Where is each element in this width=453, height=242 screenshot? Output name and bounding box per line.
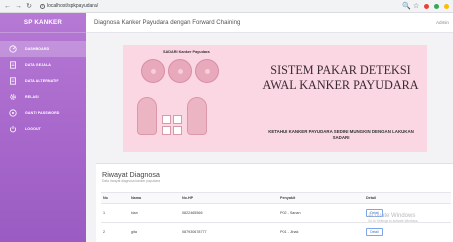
url-text[interactable]: localhost/spkpayudara/	[47, 3, 98, 9]
document-icon	[8, 61, 17, 70]
sidebar-item-logout[interactable]: LOGOUT	[0, 121, 86, 137]
column-header-no: No	[101, 192, 129, 204]
exam-steps-illustration	[162, 115, 182, 135]
dashboard-icon	[8, 45, 17, 54]
woman-figure-icon	[187, 97, 207, 135]
sidebar-item-label: GANTI PASSWORD	[25, 111, 60, 115]
column-header-no-hp: No.HP	[180, 192, 278, 204]
extension-icon[interactable]	[434, 3, 439, 9]
cell-no-hp: 087930678777	[180, 222, 278, 242]
sidebar-item-label: LOGOUT	[25, 127, 41, 131]
sidebar: SP KANKER DASHBOARD DATA GEJALA DATA ALT…	[0, 13, 86, 242]
cell-penyakit: P02 - Sanan	[278, 203, 364, 223]
user-menu[interactable]: Admin	[436, 20, 449, 25]
history-card: Riwayat Diagnosa Data riwayat diagnosa k…	[96, 163, 453, 242]
watermark-subtitle: Go to Settings to activate Windows.	[368, 219, 419, 223]
exam-step-panel	[162, 126, 171, 135]
browser-toolbar: ← → ↻ i localhost/spkpayudara/ 🔍 ☆	[0, 0, 453, 13]
key-icon	[8, 109, 17, 118]
cell-no-hp: 0822465566	[180, 203, 278, 223]
hero-banner-image: SADARI Kanker Payudara SISTEM PAKAR DETE…	[123, 45, 427, 152]
cell-nama: kian	[129, 203, 180, 223]
cell-detail: Detail	[364, 222, 451, 242]
extension-icon[interactable]	[424, 3, 429, 9]
gear-icon	[8, 93, 17, 102]
sidebar-item-relasi[interactable]: RELASI	[0, 89, 86, 105]
banner-headline: SISTEM PAKAR DETEKSI AWAL KANKER PAYUDAR…	[258, 63, 423, 93]
activate-windows-watermark: Activate Windows Go to Settings to activ…	[368, 213, 418, 223]
cell-penyakit: P01 - Jinak	[278, 222, 364, 242]
zoom-icon[interactable]: 🔍	[402, 3, 411, 10]
power-icon	[8, 125, 17, 134]
table-row: 2 gita 087930678777 P01 - Jinak Detail	[101, 222, 451, 242]
back-icon[interactable]: ←	[4, 3, 11, 10]
headline-line-2: AWAL KANKER PAYUDARA	[262, 78, 419, 92]
column-header-detail: Detail	[364, 192, 451, 204]
exam-step-panel	[162, 115, 171, 124]
star-icon[interactable]: ☆	[413, 3, 419, 10]
sidebar-item-data-gejala[interactable]: DATA GEJALA	[0, 57, 86, 73]
reload-icon[interactable]: ↻	[26, 3, 32, 10]
woman-figure-icon	[137, 97, 157, 135]
page-title: Diagnosa Kanker Payudara dengan Forward …	[94, 19, 241, 26]
history-subtitle: Data riwayat diagnosa kanker payudara	[102, 179, 161, 183]
document-icon	[8, 77, 17, 86]
self-exam-illustration-circles	[141, 59, 219, 83]
breast-illustration-icon	[195, 59, 219, 83]
sidebar-item-label: RELASI	[25, 95, 39, 99]
banner-small-title: SADARI Kanker Payudara	[163, 50, 210, 54]
column-header-nama: Nama	[129, 192, 180, 204]
exam-step-panel	[173, 115, 182, 124]
banner-subline: KETAHUI KANKER PAYUDARA SEDINI MUNGKIN D…	[268, 129, 414, 140]
breast-illustration-icon	[168, 59, 192, 83]
sidebar-item-label: DATA ALTERNATIF	[25, 79, 59, 83]
address-bar[interactable]: i localhost/spkpayudara/	[37, 2, 101, 11]
cell-no: 1	[101, 203, 129, 223]
sidebar-item-label: DATA GEJALA	[25, 63, 51, 67]
sidebar-item-ganti-password[interactable]: GANTI PASSWORD	[0, 105, 86, 121]
exam-step-panel	[173, 126, 182, 135]
self-exam-illustration-figures	[137, 97, 207, 135]
sidebar-nav: DASHBOARD DATA GEJALA DATA ALTERNATIF RE…	[0, 41, 86, 137]
top-header: Diagnosa Kanker Payudara dengan Forward …	[86, 13, 453, 33]
headline-line-1: SISTEM PAKAR DETEKSI	[270, 63, 411, 77]
cell-nama: gita	[129, 222, 180, 242]
extension-icon[interactable]	[444, 3, 449, 9]
column-header-penyakit: Penyakit	[278, 192, 364, 204]
forward-icon[interactable]: →	[15, 3, 22, 10]
cell-no: 2	[101, 222, 129, 242]
sidebar-item-label: DASHBOARD	[25, 47, 50, 51]
brand-title[interactable]: SP KANKER	[0, 13, 86, 33]
sidebar-item-dashboard[interactable]: DASHBOARD	[0, 41, 86, 57]
info-icon[interactable]: i	[40, 3, 45, 9]
sidebar-item-data-alternatif[interactable]: DATA ALTERNATIF	[0, 73, 86, 89]
detail-button[interactable]: Detail	[366, 228, 383, 237]
table-header-row: No Nama No.HP Penyakit Detail	[101, 192, 451, 204]
breast-illustration-icon	[141, 59, 165, 83]
history-title: Riwayat Diagnosa	[102, 170, 160, 179]
